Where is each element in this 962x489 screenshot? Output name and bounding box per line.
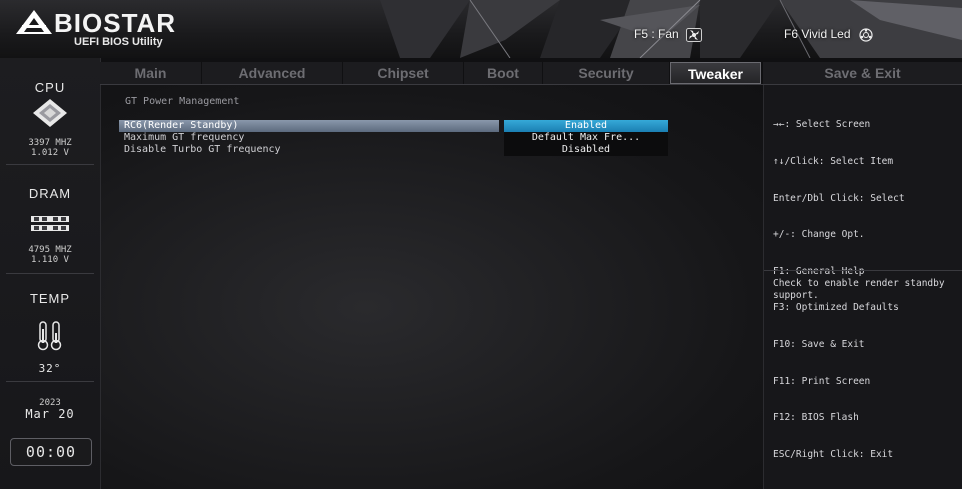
divider (6, 164, 94, 165)
key-hint: F12: BIOS Flash (773, 412, 859, 424)
key-hint: ESC/Right Click: Exit (773, 448, 894, 460)
dram-module-icon (31, 216, 69, 231)
temp-title: TEMP (29, 291, 71, 306)
key-hint: ↑↓/Click: Select Item (773, 156, 894, 168)
clock-display: 00:00 (10, 438, 92, 466)
divider (6, 381, 94, 382)
key-hint: F10: Save & Exit (773, 339, 865, 351)
help-panel: →←: Select Screen ↑↓/Click: Select Item … (763, 85, 962, 489)
settings-panel: GT Power Management RC6(Render Standby) … (101, 85, 763, 489)
main-tab-bar: Main Advanced Chipset Boot Security Twea… (100, 62, 761, 84)
led-icon (859, 28, 873, 42)
date-day: Mar 20 (25, 407, 75, 421)
setting-value-disable-turbo-gt[interactable]: Disabled (504, 144, 668, 156)
cpu-chip-icon (33, 99, 67, 127)
tab-security[interactable]: Security (543, 62, 670, 84)
setting-value-rc6[interactable]: Enabled (504, 120, 668, 132)
cpu-title: CPU (34, 80, 66, 95)
setting-row-max-gt-frequency[interactable]: Maximum GT frequency (119, 132, 499, 144)
setting-value-max-gt-frequency[interactable]: Default Max Fre... (504, 132, 668, 144)
key-hint: F11: Print Screen (773, 375, 871, 387)
thermometer-icon (37, 321, 62, 351)
dram-frequency: 4795 MHZ (28, 245, 72, 255)
tab-save-exit[interactable]: Save & Exit (763, 62, 962, 84)
setting-row-rc6[interactable]: RC6(Render Standby) (119, 120, 499, 132)
setting-label: Disable Turbo GT frequency (124, 144, 281, 155)
tab-chipset[interactable]: Chipset (343, 62, 464, 84)
header-bar: BIOSTAR UEFI BIOS Utility F5 : Fan F6 Vi… (0, 0, 962, 58)
biostar-triangle-icon (16, 10, 52, 34)
help-text: Check to enable render standby support. (773, 278, 945, 301)
tab-main[interactable]: Main (100, 62, 202, 84)
tab-advanced[interactable]: Advanced (202, 62, 343, 84)
divider (764, 270, 962, 271)
setting-row-disable-turbo-gt[interactable]: Disable Turbo GT frequency (119, 144, 499, 156)
setting-label: Maximum GT frequency (124, 132, 245, 143)
brand-name: BIOSTAR (54, 8, 177, 38)
dram-voltage: 1.110 V (31, 255, 69, 265)
key-hint: F1: General Help (773, 265, 865, 277)
section-title: GT Power Management (125, 96, 240, 107)
key-hint: F3: Optimized Defaults (773, 302, 899, 314)
fan-icon (686, 27, 703, 42)
vivid-led-button[interactable]: F6 Vivid Led (784, 27, 874, 42)
system-info-panel: CPU 3397 MHZ 1.012 V DRAM 4795 MHZ 1.110… (0, 58, 101, 489)
vivid-led-label: F6 Vivid Led (784, 27, 851, 41)
biostar-logo: BIOSTAR UEFI BIOS Utility (14, 8, 194, 52)
dram-title: DRAM (28, 186, 72, 201)
key-hint: +/-: Change Opt. (773, 229, 865, 241)
cpu-frequency: 3397 MHZ (28, 138, 72, 148)
key-hint: →←: Select Screen (773, 119, 871, 131)
setting-label: RC6(Render Standby) (124, 120, 239, 131)
cpu-voltage: 1.012 V (31, 148, 69, 158)
key-hint: Enter/Dbl Click: Select (773, 192, 905, 204)
temperature-value: 32° (38, 362, 62, 375)
fan-control-button[interactable]: F5 : Fan (634, 27, 703, 42)
tab-tweaker[interactable]: Tweaker (670, 62, 761, 84)
tab-boot[interactable]: Boot (464, 62, 543, 84)
divider (6, 273, 94, 274)
fan-button-label: F5 : Fan (634, 27, 679, 41)
brand-subtitle: UEFI BIOS Utility (74, 36, 163, 48)
